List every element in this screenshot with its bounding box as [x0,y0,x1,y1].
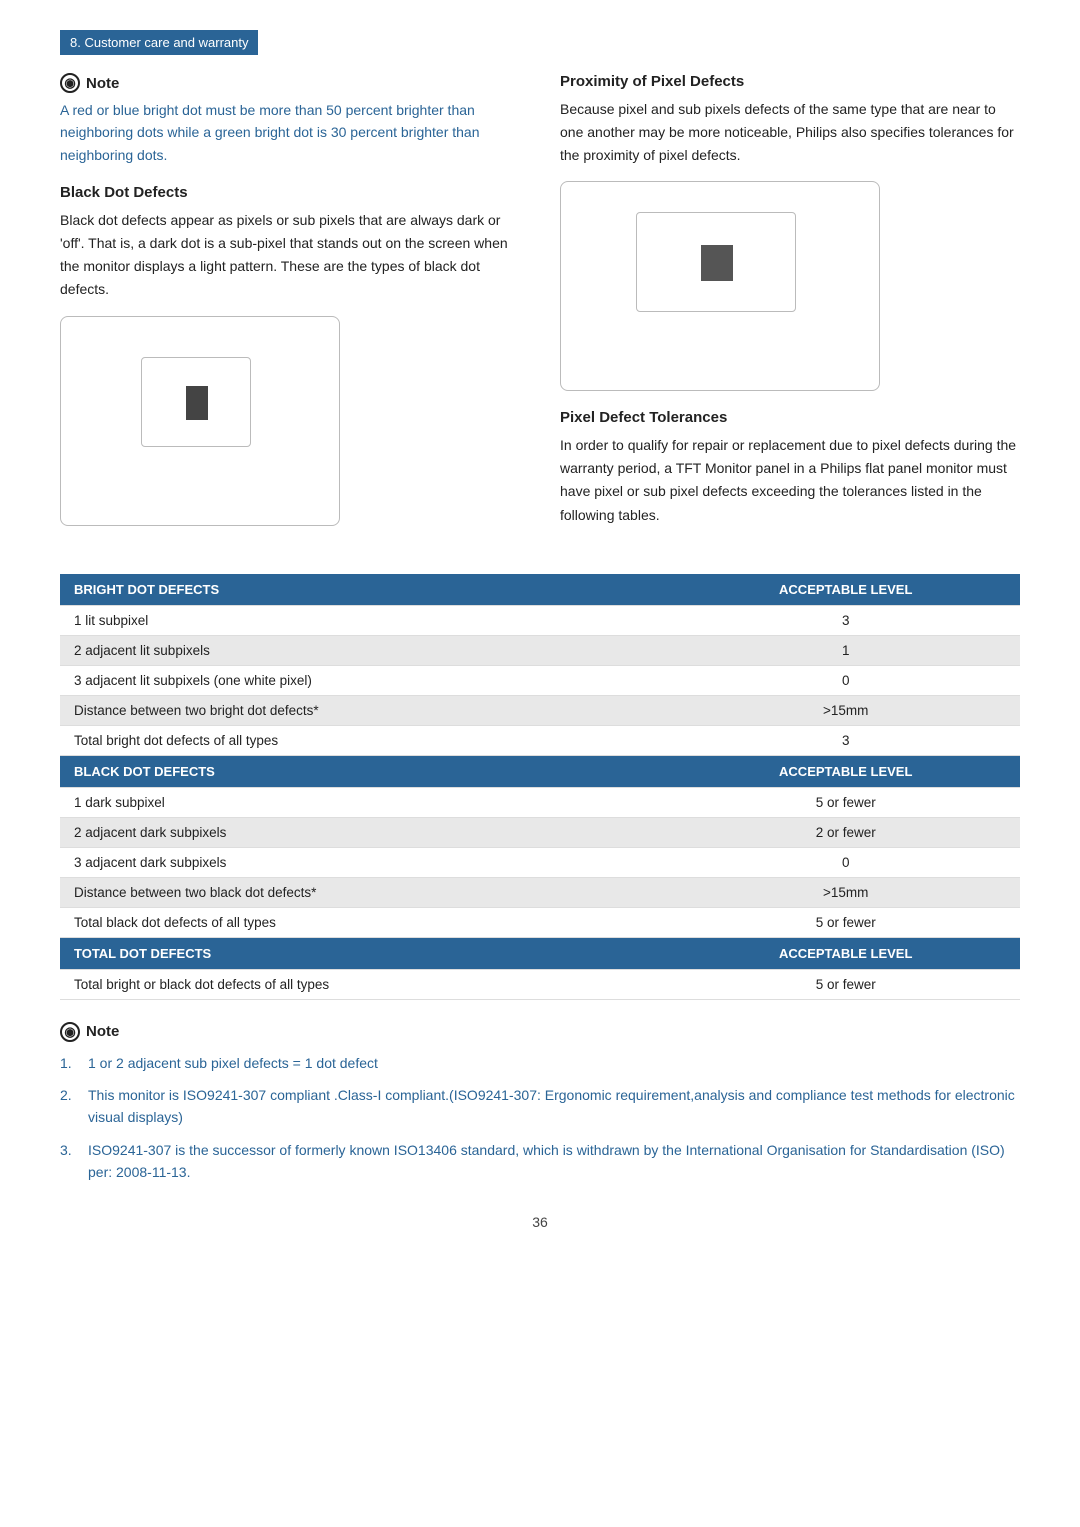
right-diagram [560,181,880,391]
note-title-label: Note [86,75,119,92]
note-text: A red or blue bright dot must be more th… [60,99,520,166]
bottom-note-title-label: Note [86,1023,119,1040]
table-row: 2 adjacent dark subpixels 2 or fewer [60,817,1020,847]
pixel-tolerance-heading: Pixel Defect Tolerances [560,409,1020,426]
total-row-1-label: Total bright or black dot defects of all… [60,969,671,999]
black-row-1-value: 5 or fewer [671,787,1020,817]
bottom-notes-list: 1. 1 or 2 adjacent sub pixel defects = 1… [60,1052,1020,1184]
table-row: 3 adjacent dark subpixels 0 [60,847,1020,877]
pixel-tolerance-body: In order to qualify for repair or replac… [560,434,1020,526]
black-row-4-label: Distance between two black dot defects* [60,877,671,907]
total-dot-header-row: TOTAL DOT DEFECTS ACCEPTABLE LEVEL [60,937,1020,969]
list-item-num-3: 3. [60,1139,80,1184]
bottom-note-icon: ◉ [60,1022,80,1042]
bright-row-1-label: 1 lit subpixel [60,605,671,635]
bright-dot-header-label: BRIGHT DOT DEFECTS [60,574,671,606]
table-row: 1 dark subpixel 5 or fewer [60,787,1020,817]
black-row-5-value: 5 or fewer [671,907,1020,937]
list-item: 2. This monitor is ISO9241-307 compliant… [60,1084,1020,1129]
black-row-2-label: 2 adjacent dark subpixels [60,817,671,847]
black-row-3-label: 3 adjacent dark subpixels [60,847,671,877]
table-row: Total bright dot defects of all types 3 [60,725,1020,755]
black-dot-header-row: BLACK DOT DEFECTS ACCEPTABLE LEVEL [60,755,1020,787]
table-row: Distance between two black dot defects* … [60,877,1020,907]
bright-row-3-label: 3 adjacent lit subpixels (one white pixe… [60,665,671,695]
list-item-num-2: 2. [60,1084,80,1129]
black-row-3-value: 0 [671,847,1020,877]
bright-row-4-value: >15mm [671,695,1020,725]
black-dot-heading: Black Dot Defects [60,184,520,201]
bright-row-2-value: 1 [671,635,1020,665]
total-dot-header-label: TOTAL DOT DEFECTS [60,937,671,969]
right-diagram-inner [636,212,796,312]
section-header: 8. Customer care and warranty [60,30,258,55]
list-item-text-1: 1 or 2 adjacent sub pixel defects = 1 do… [88,1052,378,1074]
black-dot-header-label: BLACK DOT DEFECTS [60,755,671,787]
black-dot-body: Black dot defects appear as pixels or su… [60,209,520,301]
note-icon: ◉ [60,73,80,93]
table-row: 1 lit subpixel 3 [60,605,1020,635]
black-row-2-value: 2 or fewer [671,817,1020,847]
total-dot-acceptable-header: ACCEPTABLE LEVEL [671,937,1020,969]
list-item: 3. ISO9241-307 is the successor of forme… [60,1139,1020,1184]
proximity-heading: Proximity of Pixel Defects [560,73,1020,90]
bright-row-4-label: Distance between two bright dot defects* [60,695,671,725]
list-item-text-2: This monitor is ISO9241-307 compliant .C… [88,1084,1020,1129]
left-diagram [60,316,340,526]
table-row: Total bright or black dot defects of all… [60,969,1020,999]
page-number: 36 [60,1214,1020,1230]
black-row-4-value: >15mm [671,877,1020,907]
table-row: 3 adjacent lit subpixels (one white pixe… [60,665,1020,695]
proximity-body: Because pixel and sub pixels defects of … [560,98,1020,167]
bottom-notes-block: ◉ Note 1. 1 or 2 adjacent sub pixel defe… [60,1022,1020,1184]
black-row-5-label: Total black dot defects of all types [60,907,671,937]
list-item: 1. 1 or 2 adjacent sub pixel defects = 1… [60,1052,1020,1074]
table-row: Total black dot defects of all types 5 o… [60,907,1020,937]
bright-row-2-label: 2 adjacent lit subpixels [60,635,671,665]
list-item-num-1: 1. [60,1052,80,1074]
left-diagram-inner [141,357,251,447]
total-row-1-value: 5 or fewer [671,969,1020,999]
note-block-top: ◉ Note A red or blue bright dot must be … [60,73,520,166]
bright-row-5-value: 3 [671,725,1020,755]
table-row: 2 adjacent lit subpixels 1 [60,635,1020,665]
bright-dot-acceptable-header: ACCEPTABLE LEVEL [671,574,1020,606]
bright-row-3-value: 0 [671,665,1020,695]
defects-table: BRIGHT DOT DEFECTS ACCEPTABLE LEVEL 1 li… [60,574,1020,1000]
left-diagram-dot [186,386,208,420]
black-dot-acceptable-header: ACCEPTABLE LEVEL [671,755,1020,787]
black-row-1-label: 1 dark subpixel [60,787,671,817]
bright-dot-header-row: BRIGHT DOT DEFECTS ACCEPTABLE LEVEL [60,574,1020,606]
right-diagram-dot [701,245,733,281]
bright-row-1-value: 3 [671,605,1020,635]
bright-row-5-label: Total bright dot defects of all types [60,725,671,755]
table-row: Distance between two bright dot defects*… [60,695,1020,725]
list-item-text-3: ISO9241-307 is the successor of formerly… [88,1139,1020,1184]
